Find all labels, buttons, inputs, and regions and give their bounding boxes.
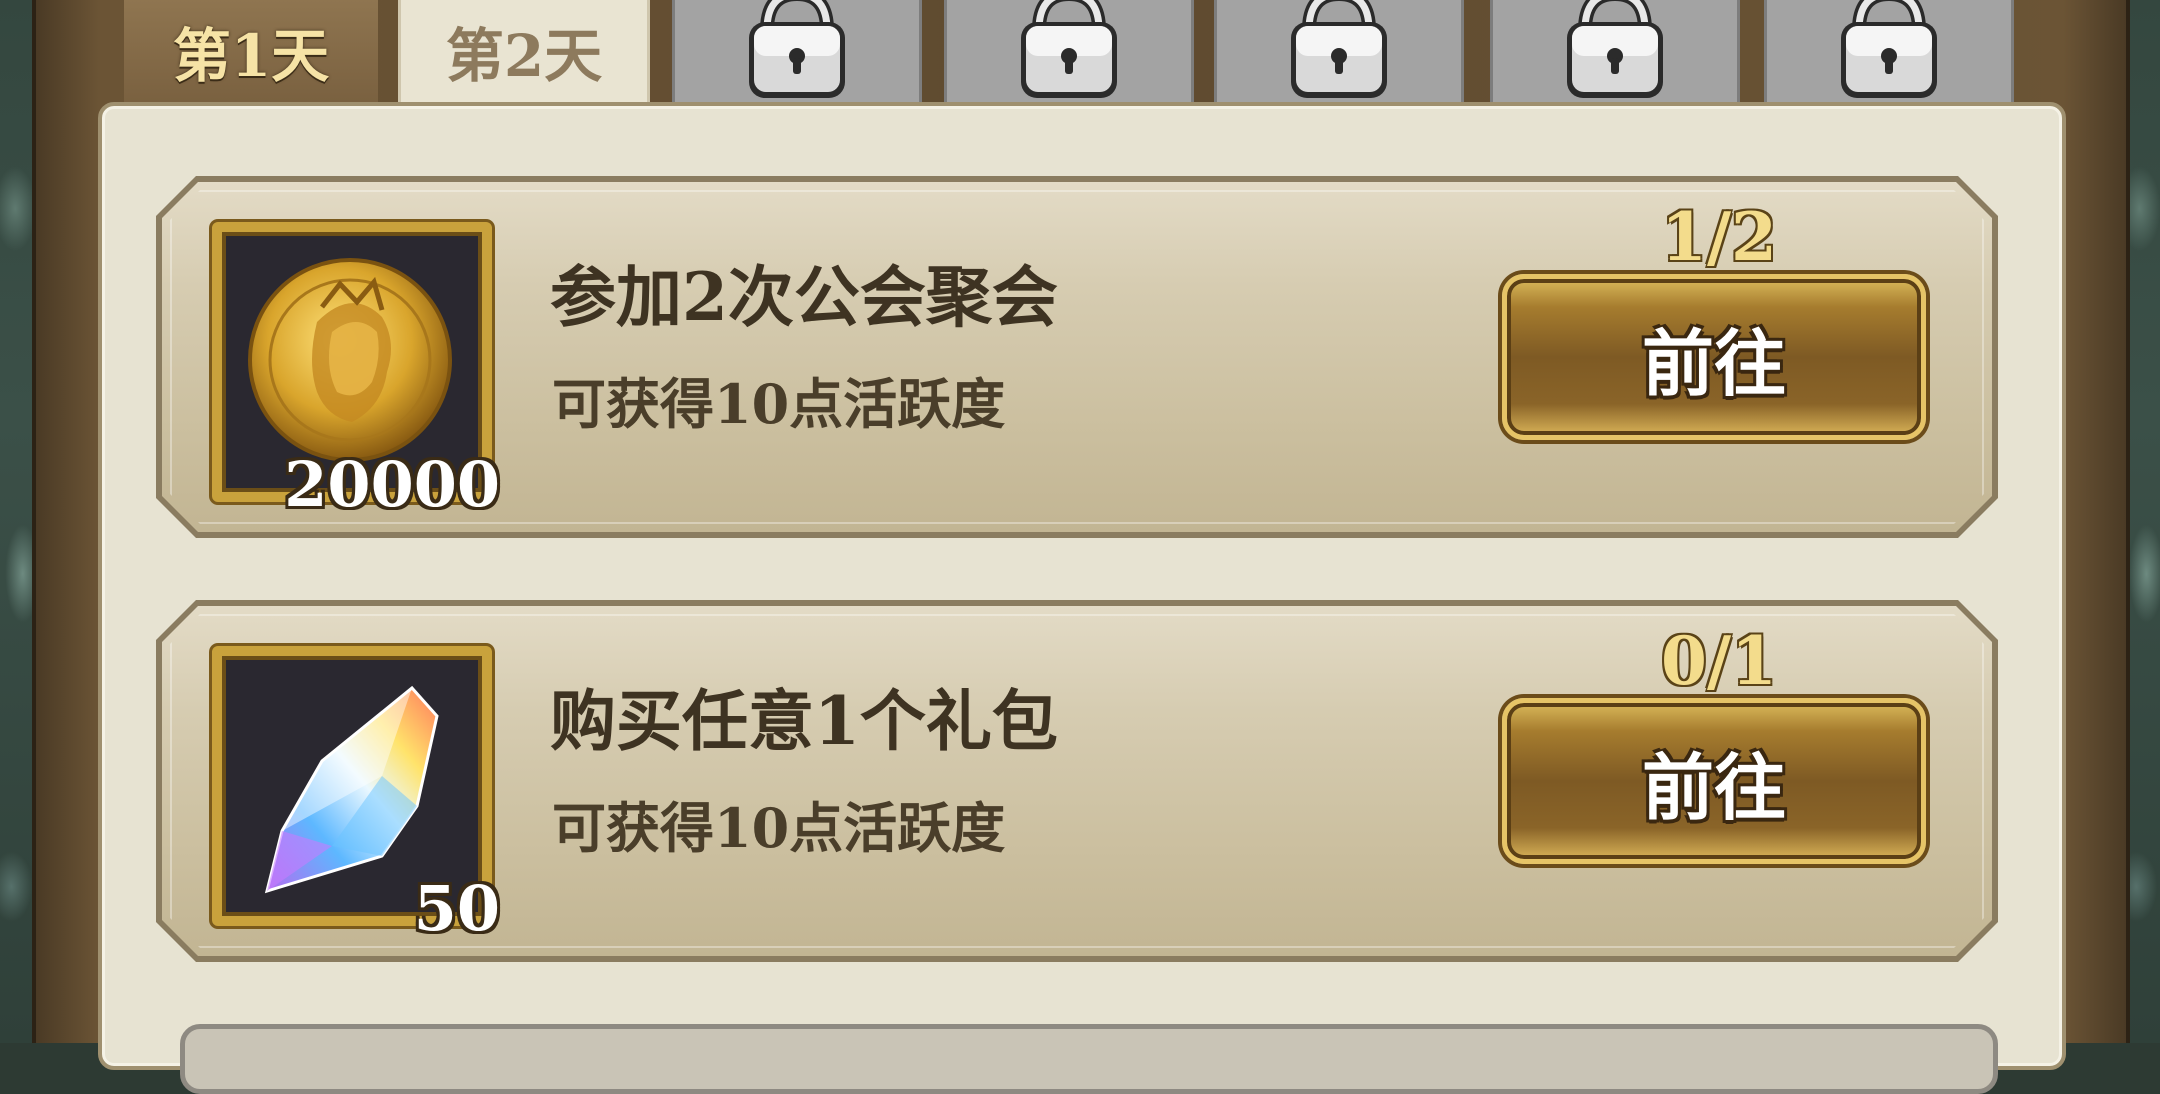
- reward-item-slot[interactable]: 20000: [212, 222, 492, 502]
- tab-day-7-locked[interactable]: [1764, 0, 2014, 102]
- task-list-panel: 20000 参加2次公会聚会 可获得10点活跃度 1/2 前往 50 购买任意1…: [98, 102, 2066, 1094]
- tab-day-3-locked[interactable]: [672, 0, 922, 102]
- lock-icon: [1287, 0, 1391, 102]
- lock-icon: [1563, 0, 1667, 102]
- lock-icon: [745, 0, 849, 102]
- task-progress: 1/2: [1661, 198, 1777, 276]
- lock-icon: [1837, 0, 1941, 102]
- tab-day-5-locked[interactable]: [1214, 0, 1464, 102]
- tab-day-1[interactable]: 第1天: [124, 0, 378, 102]
- task-title: 参加2次公会聚会: [550, 258, 1058, 336]
- rainbow-crystal-icon: [222, 656, 482, 916]
- forest-background-right: [2126, 0, 2160, 1043]
- task-card-body: 20000 参加2次公会聚会 可获得10点活跃度 1/2 前往: [162, 182, 1992, 532]
- task-title: 购买任意1个礼包: [550, 682, 1058, 760]
- task-reward-text: 可获得10点活跃度: [552, 372, 1006, 436]
- next-task-card: [180, 1024, 1998, 1094]
- reward-quantity: 20000: [284, 448, 500, 521]
- go-button[interactable]: 前往: [1502, 274, 1926, 440]
- task-progress: 0/1: [1661, 622, 1777, 700]
- gold-coin-icon: [222, 232, 482, 492]
- tab-day-2-label: 第2天: [445, 22, 603, 90]
- task-card: 50 购买任意1个礼包 可获得10点活跃度 0/1 前往: [156, 600, 1998, 962]
- go-button[interactable]: 前往: [1502, 698, 1926, 864]
- tab-day-4-locked[interactable]: [944, 0, 1194, 102]
- task-reward-text: 可获得10点活跃度: [552, 796, 1006, 860]
- task-card: 20000 参加2次公会聚会 可获得10点活跃度 1/2 前往: [156, 176, 1998, 538]
- lock-icon: [1017, 0, 1121, 102]
- task-card-body: 50 购买任意1个礼包 可获得10点活跃度 0/1 前往: [162, 606, 1992, 956]
- reward-item-slot[interactable]: 50: [212, 646, 492, 926]
- tab-day-2[interactable]: 第2天: [398, 0, 650, 102]
- tab-day-6-locked[interactable]: [1490, 0, 1740, 102]
- reward-quantity: 50: [413, 872, 500, 945]
- tab-day-1-label: 第1天: [172, 22, 330, 90]
